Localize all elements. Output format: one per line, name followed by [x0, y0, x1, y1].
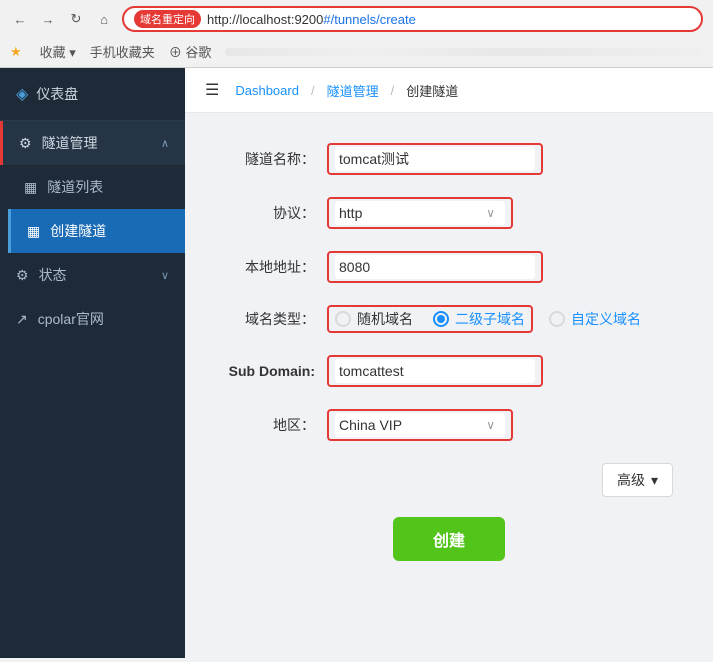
local-address-highlight — [327, 251, 543, 283]
app-layout: ◈ 仪表盘 ⚙ 隧道管理 ∧ ▦ 隧道列表 ▦ 创建隧道 ⚙ 状态 ∨ ↗ cp… — [0, 68, 713, 658]
domain-random-option[interactable]: 随机域名 — [335, 309, 413, 329]
local-address-input[interactable] — [335, 255, 535, 279]
status-arrow: ∨ — [161, 269, 169, 282]
protocol-select[interactable]: http https tcp udp — [335, 201, 505, 225]
domain-type-label: 域名类型： — [225, 309, 315, 329]
bookmark-google[interactable]: ⊕ 谷歌 — [169, 42, 212, 61]
subdomain-input[interactable] — [335, 359, 535, 383]
breadcrumb-create-tunnel: 创建隧道 — [406, 81, 458, 100]
dashboard-icon: ◈ — [16, 84, 28, 104]
domain-second-label: 二级子域名 — [455, 309, 525, 329]
sidebar: ◈ 仪表盘 ⚙ 隧道管理 ∧ ▦ 隧道列表 ▦ 创建隧道 ⚙ 状态 ∨ ↗ cp… — [0, 68, 185, 658]
local-address-row: 本地地址： — [225, 251, 673, 283]
sidebar-item-cpolar[interactable]: ↗ cpolar官网 — [0, 297, 185, 341]
domain-second-option[interactable]: 二级子域名 — [433, 309, 525, 329]
create-tunnel-label: 创建隧道 — [50, 221, 106, 241]
forward-button[interactable]: → — [38, 9, 58, 29]
tunnel-name-highlight — [327, 143, 543, 175]
domain-custom-radio[interactable] — [549, 311, 565, 327]
domain-second-radio[interactable] — [433, 311, 449, 327]
home-button[interactable]: ⌂ — [94, 9, 114, 29]
bookmark-favorites[interactable]: 收藏 ▾ — [40, 42, 76, 61]
breadcrumb-sep-2: / — [391, 83, 395, 98]
address-text: http://localhost:9200#/tunnels/create — [207, 12, 691, 27]
region-select-wrap: China VIP China US HK ∨ — [335, 413, 505, 437]
protocol-highlight: http https tcp udp ∨ — [327, 197, 513, 229]
advanced-row: 高级 ▾ — [225, 463, 673, 497]
create-row: 创建 — [225, 517, 673, 561]
sidebar-item-create-tunnel[interactable]: ▦ 创建隧道 — [8, 209, 185, 253]
status-icon: ⚙ — [16, 267, 29, 284]
subdomain-highlight — [327, 355, 543, 387]
star-icon: ★ — [10, 44, 22, 60]
subdomain-row: Sub Domain: — [225, 355, 673, 387]
browser-chrome: ← → ↻ ⌂ 域名重定向 http://localhost:9200#/tun… — [0, 0, 713, 68]
region-select[interactable]: China VIP China US HK — [335, 413, 505, 437]
domain-custom-label: 自定义域名 — [571, 309, 641, 329]
sidebar-sub: ▦ 隧道列表 ▦ 创建隧道 — [0, 165, 185, 253]
sidebar-item-status[interactable]: ⚙ 状态 ∨ — [0, 253, 185, 297]
redirect-badge: 域名重定向 — [134, 10, 201, 28]
tunnel-name-label: 隧道名称： — [225, 149, 315, 169]
bookmarks-bar: ★ 收藏 ▾ 手机收藏夹 ⊕ 谷歌 — [10, 38, 703, 67]
tunnel-mgmt-label: 隧道管理 — [42, 133, 98, 153]
region-row: 地区： China VIP China US HK ∨ — [225, 409, 673, 441]
advanced-label: 高级 — [617, 470, 645, 490]
tunnel-mgmt-arrow: ∧ — [161, 137, 169, 150]
create-button[interactable]: 创建 — [393, 517, 505, 561]
main-content: ☰ Dashboard / 隧道管理 / 创建隧道 隧道名称： 协议： — [185, 68, 713, 658]
protocol-label: 协议： — [225, 203, 315, 223]
tunnel-name-input[interactable] — [335, 147, 535, 171]
menu-icon[interactable]: ☰ — [205, 80, 219, 100]
region-highlight: China VIP China US HK ∨ — [327, 409, 513, 441]
tunnel-list-label: 隧道列表 — [47, 177, 103, 197]
domain-type-row: 域名类型： 随机域名 二级子域名 自定义 — [225, 305, 673, 333]
advanced-button[interactable]: 高级 ▾ — [602, 463, 673, 497]
tunnel-name-row: 隧道名称： — [225, 143, 673, 175]
address-hash: #/tunnels/create — [323, 12, 416, 27]
address-bar[interactable]: 域名重定向 http://localhost:9200#/tunnels/cre… — [122, 6, 703, 32]
region-label: 地区： — [225, 415, 315, 435]
bookmark-placeholder — [225, 48, 703, 56]
status-label: 状态 — [39, 265, 67, 285]
dashboard-label: 仪表盘 — [36, 84, 78, 104]
sidebar-header: ◈ 仪表盘 — [0, 68, 185, 121]
advanced-arrow-icon: ▾ — [651, 472, 658, 489]
tunnel-mgmt-icon: ⚙ — [19, 135, 32, 152]
protocol-row: 协议： http https tcp udp ∨ — [225, 197, 673, 229]
domain-type-highlight: 随机域名 二级子域名 — [327, 305, 533, 333]
local-address-label: 本地地址： — [225, 257, 315, 277]
breadcrumb-sep-1: / — [311, 83, 315, 98]
address-host: http://localhost:9200 — [207, 12, 323, 27]
subdomain-label: Sub Domain: — [225, 363, 315, 379]
back-button[interactable]: ← — [10, 9, 30, 29]
cpolar-icon: ↗ — [16, 311, 28, 328]
top-bar: ☰ Dashboard / 隧道管理 / 创建隧道 — [185, 68, 713, 113]
domain-custom-option[interactable]: 自定义域名 — [549, 309, 641, 329]
refresh-button[interactable]: ↻ — [66, 9, 86, 29]
sidebar-item-tunnel-list[interactable]: ▦ 隧道列表 — [8, 165, 185, 209]
form-area: 隧道名称： 协议： http https tcp udp — [185, 113, 713, 658]
domain-random-radio[interactable] — [335, 311, 351, 327]
domain-random-label: 随机域名 — [357, 309, 413, 329]
domain-type-radio-group: 随机域名 二级子域名 — [335, 309, 525, 329]
create-tunnel-icon: ▦ — [27, 223, 40, 240]
breadcrumb-tunnel-mgmt[interactable]: 隧道管理 — [327, 81, 379, 100]
protocol-select-wrap: http https tcp udp ∨ — [335, 201, 505, 225]
tunnel-list-icon: ▦ — [24, 179, 37, 196]
breadcrumb-dashboard[interactable]: Dashboard — [235, 83, 299, 98]
bookmark-mobile[interactable]: 手机收藏夹 — [90, 42, 155, 61]
sidebar-item-tunnel-mgmt[interactable]: ⚙ 隧道管理 ∧ — [0, 121, 185, 165]
cpolar-label: cpolar官网 — [38, 309, 104, 329]
